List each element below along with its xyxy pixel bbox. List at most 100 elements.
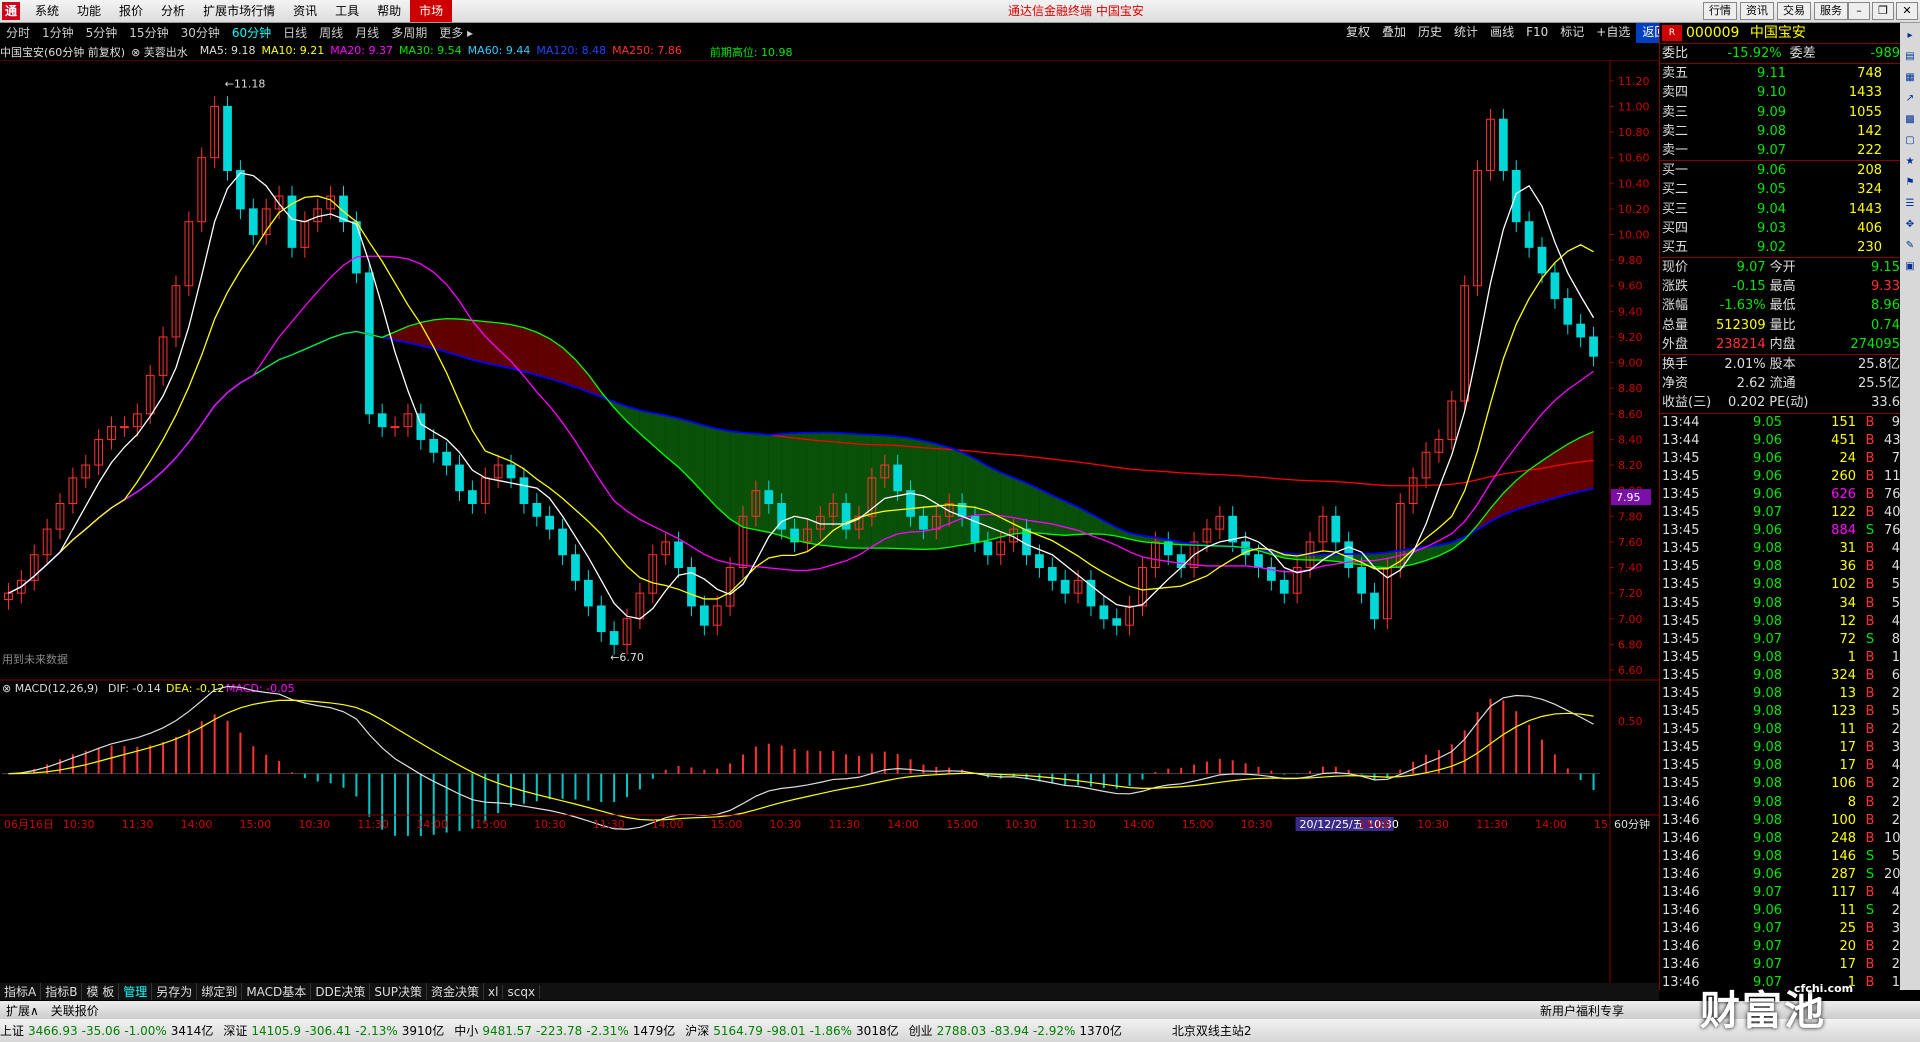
menu-item-4[interactable]: 扩展市场行情 xyxy=(194,0,284,22)
side-chart-icon[interactable]: ▦ xyxy=(1902,70,1918,86)
index-quote[interactable]: 深证 14105.9 -306.41 -2.13% 3910亿 xyxy=(223,1022,444,1039)
tick-row[interactable]: 13:46 9.07 20 B 2 xyxy=(1660,938,1900,956)
side-pen-icon[interactable]: ✎ xyxy=(1902,238,1918,254)
tick-row[interactable]: 13:46 9.08 100 B 2 xyxy=(1660,812,1900,830)
tick-row[interactable]: 13:45 9.08 11 B 2 xyxy=(1660,721,1900,739)
side-move-icon[interactable]: ✥ xyxy=(1902,217,1918,233)
chart-tool-5[interactable]: F10 xyxy=(1520,23,1554,43)
indicator-tab-11[interactable]: scqx xyxy=(503,984,541,999)
tick-row[interactable]: 13:45 9.08 31 B 4 xyxy=(1660,540,1900,558)
side-kline-icon[interactable]: ▤ xyxy=(1902,49,1918,65)
side-grid-icon[interactable]: ▩ xyxy=(1902,112,1918,128)
tick-row[interactable]: 13:45 9.08 13 B 2 xyxy=(1660,685,1900,703)
ext-expand-button[interactable]: 扩展∧ xyxy=(0,1002,45,1019)
tick-row[interactable]: 13:45 9.06 626 B 76 xyxy=(1660,486,1901,504)
period-tab-1[interactable]: 1分钟 xyxy=(36,24,80,42)
side-list-icon[interactable]: ☰ xyxy=(1902,196,1918,212)
bids-row[interactable]: 买四 9.03 406 xyxy=(1660,219,1900,238)
tick-row[interactable]: 13:46 9.06 11 S 2 xyxy=(1660,902,1900,920)
tick-row[interactable]: 13:45 9.08 17 B 3 xyxy=(1660,739,1900,757)
restore-icon[interactable]: ❐ xyxy=(1872,2,1894,20)
side-trend-icon[interactable]: ↗ xyxy=(1902,91,1918,107)
tick-row[interactable]: 13:44 9.05 151 B 9 xyxy=(1660,414,1900,432)
indicator-tab-2[interactable]: 模 板 xyxy=(82,983,120,1000)
menu-item-3[interactable]: 分析 xyxy=(152,0,194,22)
menu-item-6[interactable]: 工具 xyxy=(326,0,368,22)
chart-tool-7[interactable]: +自选 xyxy=(1590,23,1636,43)
period-tab-6[interactable]: 日线 xyxy=(277,24,313,42)
indicator-tab-5[interactable]: 绑定到 xyxy=(197,983,243,1000)
side-collapse-icon[interactable]: ▸ xyxy=(1902,28,1918,44)
chart-tool-3[interactable]: 统计 xyxy=(1448,23,1484,43)
tick-row[interactable]: 13:46 9.07 25 B 3 xyxy=(1660,920,1900,938)
tick-row[interactable]: 13:45 9.08 324 B 6 xyxy=(1660,667,1900,685)
bids-row[interactable]: 买三 9.04 1443 xyxy=(1660,200,1900,219)
indicator-tab-7[interactable]: DDE决策 xyxy=(311,983,371,1000)
indicator-tab-3[interactable]: 管理 xyxy=(119,983,153,1000)
tick-row[interactable]: 13:46 9.07 17 B 2 xyxy=(1660,956,1900,974)
chart-tool-1[interactable]: 叠加 xyxy=(1376,23,1412,43)
bids-row[interactable]: 买二 9.05 324 xyxy=(1660,180,1900,199)
period-tab-4[interactable]: 30分钟 xyxy=(175,24,226,42)
side-star-icon[interactable]: ★ xyxy=(1902,154,1918,170)
asks-row[interactable]: 卖一 9.07 222 xyxy=(1660,141,1900,160)
minimize-icon[interactable]: – xyxy=(1848,2,1870,20)
chart-tool-6[interactable]: 标记 xyxy=(1554,23,1590,43)
side-doc-icon[interactable]: ▢ xyxy=(1902,133,1918,149)
chart-tool-4[interactable]: 画线 xyxy=(1484,23,1520,43)
indicator-tab-6[interactable]: MACD基本 xyxy=(242,983,312,1000)
index-quote[interactable]: 沪深 5164.79 -98.01 -1.86% 3018亿 xyxy=(685,1022,898,1039)
tick-row[interactable]: 13:46 9.06 287 S 20 xyxy=(1660,866,1901,884)
tick-row[interactable]: 13:45 9.06 260 B 11 xyxy=(1660,468,1901,486)
asks-row[interactable]: 卖三 9.09 1055 xyxy=(1660,103,1900,122)
index-quote[interactable]: 创业 2788.03 -83.94 -2.92% 1370亿 xyxy=(909,1022,1122,1039)
tick-row[interactable]: 13:45 9.08 123 B 5 xyxy=(1660,703,1900,721)
tick-row[interactable]: 13:45 9.07 72 S 8 xyxy=(1660,631,1900,649)
tick-row[interactable]: 13:45 9.06 884 S 76 xyxy=(1660,522,1901,540)
side-calendar-icon[interactable]: ▣ xyxy=(1902,259,1918,275)
tick-row[interactable]: 13:45 9.08 106 B 2 xyxy=(1660,775,1900,793)
bids-row[interactable]: 买一 9.06 208 xyxy=(1660,161,1900,180)
period-tab-2[interactable]: 5分钟 xyxy=(80,24,124,42)
indicator-tab-10[interactable]: xl xyxy=(484,984,504,999)
server-name[interactable]: 北京双线主站2 xyxy=(1172,1022,1252,1039)
menu-item-2[interactable]: 报价 xyxy=(110,0,152,22)
related-quote-button[interactable]: 关联报价 xyxy=(45,1002,105,1019)
indicator-name[interactable]: ⊗ 芙蓉出水 xyxy=(131,44,194,60)
tick-row[interactable]: 13:45 9.08 1 B 1 xyxy=(1660,649,1900,667)
tick-row[interactable]: 13:45 9.07 122 B 40 xyxy=(1660,504,1901,522)
tick-row[interactable]: 13:45 9.08 17 B 4 xyxy=(1660,757,1900,775)
tick-list[interactable]: 13:44 9.05 151 B 9 13:44 9.06 451 B 43 13:45 9.06 24… xyxy=(1660,412,1901,993)
tick-row[interactable]: 13:44 9.06 451 B 43 xyxy=(1660,432,1901,450)
index-quote[interactable]: 中小 9481.57 -223.78 -2.31% 1479亿 xyxy=(454,1022,675,1039)
period-tab-5[interactable]: 60分钟 xyxy=(226,24,277,42)
top-button-1[interactable]: 资讯 xyxy=(1740,2,1774,20)
period-tab-9[interactable]: 多周期 xyxy=(385,24,433,42)
asks-row[interactable]: 卖四 9.10 1433 xyxy=(1660,83,1900,102)
period-tab-10[interactable]: 更多 ▸ xyxy=(433,24,479,42)
asks-row[interactable]: 卖五 9.11 748 xyxy=(1660,64,1900,83)
chart-area[interactable]: 11.20 11.00 10.80 10.60 10.40 10.20 10.00 9.80 9… xyxy=(0,60,1660,990)
menu-item-0[interactable]: 系统 xyxy=(26,0,68,22)
close-icon[interactable]: ✕ xyxy=(1896,2,1918,20)
tick-row[interactable]: 13:46 9.07 117 B 4 xyxy=(1660,884,1900,902)
menu-item-7[interactable]: 帮助 xyxy=(368,0,410,22)
indicator-tab-0[interactable]: 指标A xyxy=(0,983,42,1000)
menu-item-5[interactable]: 资讯 xyxy=(284,0,326,22)
kline-chart[interactable]: 11.20 11.00 10.80 10.60 10.40 10.20 10.00 9.80 9… xyxy=(0,60,1660,990)
menu-item-1[interactable]: 功能 xyxy=(68,0,110,22)
tick-row[interactable]: 13:45 9.08 102 B 5 xyxy=(1660,576,1900,594)
chart-tool-2[interactable]: 历史 xyxy=(1412,23,1448,43)
index-quote[interactable]: 上证 3466.93 -35.06 -1.00% 3414亿 xyxy=(0,1022,213,1039)
indicator-tab-4[interactable]: 另存为 xyxy=(152,983,198,1000)
chart-tool-0[interactable]: 复权 xyxy=(1340,23,1376,43)
period-tab-3[interactable]: 15分钟 xyxy=(123,24,174,42)
bids-row[interactable]: 买五 9.02 230 xyxy=(1660,238,1900,257)
tick-row[interactable]: 13:45 9.08 36 B 4 xyxy=(1660,558,1900,576)
tick-row[interactable]: 13:46 9.08 8 B 2 xyxy=(1660,794,1900,812)
top-button-3[interactable]: 服务 xyxy=(1814,2,1848,20)
indicator-tab-8[interactable]: SUP决策 xyxy=(370,983,428,1000)
tick-row[interactable]: 13:46 9.08 248 B 10 xyxy=(1660,830,1901,848)
tick-row[interactable]: 13:45 9.08 34 B 5 xyxy=(1660,595,1900,613)
asks-row[interactable]: 卖二 9.08 142 xyxy=(1660,122,1900,141)
